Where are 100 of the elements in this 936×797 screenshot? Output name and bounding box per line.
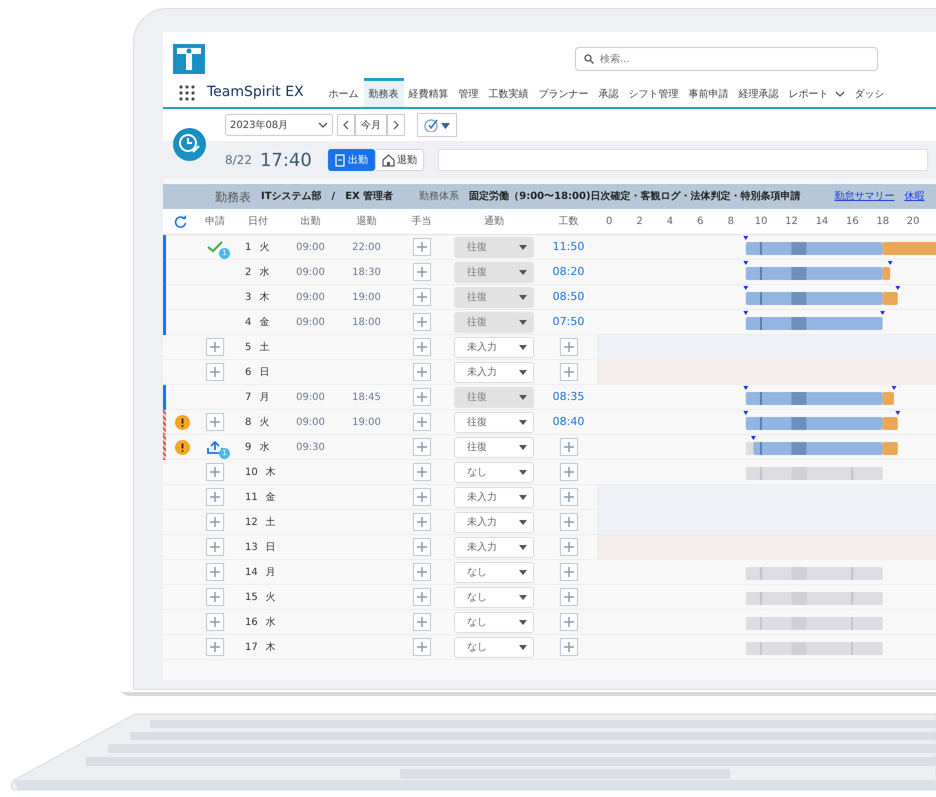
caret-icon	[519, 570, 527, 575]
this-month-button[interactable]: 今月	[355, 114, 387, 136]
add-button[interactable]	[412, 388, 430, 406]
add-button[interactable]	[412, 288, 430, 306]
hours-link[interactable]: 07:50	[552, 315, 584, 328]
add-button[interactable]	[412, 313, 430, 331]
punch-button[interactable]: 出勤	[328, 149, 375, 171]
commute-select[interactable]: 往復	[454, 437, 534, 458]
commute-select[interactable]: 未入力	[454, 487, 534, 508]
commute-select[interactable]: 往復	[454, 287, 534, 308]
add-button[interactable]	[560, 613, 578, 631]
add-button[interactable]	[206, 638, 224, 656]
add-button[interactable]	[206, 338, 224, 356]
add-button[interactable]	[206, 588, 224, 606]
add-button[interactable]	[412, 538, 430, 556]
plus-icon	[210, 542, 220, 552]
add-button[interactable]	[412, 463, 430, 481]
summary-link[interactable]: 休暇	[904, 189, 925, 204]
plus-icon	[416, 542, 426, 552]
nav-tab[interactable]: 経費精算	[404, 78, 454, 107]
add-button[interactable]	[412, 613, 430, 631]
nav-tab[interactable]: 承認	[594, 78, 624, 107]
add-button[interactable]	[560, 463, 578, 481]
commute-select[interactable]: 往復	[454, 312, 534, 333]
commute-select[interactable]: 往復	[454, 412, 534, 433]
hour-label: 0	[605, 215, 614, 229]
time-marker-icon	[743, 411, 748, 415]
summary-link[interactable]: 勤怠サマリー	[834, 189, 895, 204]
add-button[interactable]	[412, 263, 430, 281]
note-field[interactable]	[438, 149, 928, 171]
add-button[interactable]	[206, 513, 224, 531]
commute-select[interactable]: 往復	[454, 262, 534, 283]
month-select[interactable]: 2023年08月	[225, 114, 333, 136]
time-cell-text: 09:00	[295, 291, 326, 305]
add-button[interactable]	[560, 488, 578, 506]
add-button[interactable]	[412, 488, 430, 506]
nav-tab[interactable]: 経理承認	[734, 78, 784, 107]
add-button[interactable]	[206, 563, 224, 581]
add-button[interactable]	[412, 413, 430, 431]
add-button[interactable]	[206, 463, 224, 481]
add-button[interactable]	[560, 338, 578, 356]
hours-link[interactable]: 08:50	[552, 290, 584, 304]
hours-link[interactable]: 11:50	[552, 240, 584, 254]
hour-label: 2	[635, 215, 644, 229]
commute-select[interactable]: なし	[454, 612, 534, 633]
add-button[interactable]	[206, 413, 224, 431]
nav-tab[interactable]: ダッシ	[850, 78, 890, 107]
caret-icon	[519, 345, 527, 350]
plus-icon	[210, 517, 220, 527]
add-button[interactable]	[560, 638, 578, 656]
add-button[interactable]	[412, 563, 430, 581]
hours-link[interactable]: 08:35	[552, 390, 584, 404]
add-button[interactable]	[560, 363, 578, 381]
nav-tab[interactable]: レポート	[784, 78, 850, 107]
view-menu-button[interactable]	[417, 113, 457, 137]
add-button[interactable]	[206, 488, 224, 506]
nav-tab[interactable]: 工数実績	[484, 78, 534, 107]
search-field[interactable]: 検索...	[575, 47, 878, 71]
app-launcher-icon[interactable]	[179, 85, 195, 101]
hours-link[interactable]: 08:20	[552, 265, 584, 278]
add-button[interactable]	[206, 538, 224, 556]
add-button[interactable]	[560, 563, 578, 581]
commute-select[interactable]: 未入力	[454, 512, 534, 533]
plus-icon	[564, 517, 574, 527]
nav-tab[interactable]: シフト管理	[624, 78, 684, 107]
nav-tab[interactable]: 事前申請	[684, 78, 734, 107]
add-button[interactable]	[412, 363, 430, 381]
commute-select[interactable]: なし	[454, 562, 534, 583]
add-button[interactable]	[412, 338, 430, 356]
nav-tab[interactable]: ホーム	[324, 78, 364, 107]
add-button[interactable]	[412, 238, 430, 256]
nav-tab[interactable]: 勤務表	[364, 78, 404, 107]
commute-select[interactable]: なし	[454, 587, 534, 608]
commute-select[interactable]: なし	[454, 462, 534, 483]
commute-select[interactable]: 未入力	[454, 362, 534, 383]
nav-tab[interactable]: プランナー	[534, 78, 594, 107]
commute-select[interactable]: なし	[454, 637, 534, 658]
commute-select[interactable]: 往復	[454, 387, 534, 408]
commute-select[interactable]: 未入力	[454, 337, 534, 358]
add-button[interactable]	[412, 638, 430, 656]
caret-icon	[519, 470, 527, 475]
add-button[interactable]	[412, 513, 430, 531]
add-button[interactable]	[206, 363, 224, 381]
refresh-icon[interactable]	[174, 214, 186, 228]
hours-link[interactable]: 08:40	[552, 415, 584, 428]
time-marker-icon	[895, 286, 900, 290]
add-button[interactable]	[412, 438, 430, 456]
add-button[interactable]	[412, 588, 430, 606]
add-button[interactable]	[560, 513, 578, 531]
add-button[interactable]	[560, 538, 578, 556]
add-button[interactable]	[206, 613, 224, 631]
next-button[interactable]	[387, 114, 405, 136]
commute-select[interactable]: 往復	[454, 237, 534, 258]
commute-select[interactable]: 未入力	[454, 537, 534, 558]
nav-tab[interactable]: 管理	[454, 78, 484, 107]
add-button[interactable]	[560, 438, 578, 456]
caret-icon	[519, 270, 527, 275]
punch-button[interactable]: 退勤	[374, 149, 424, 171]
previous-button[interactable]	[337, 114, 355, 136]
add-button[interactable]	[560, 588, 578, 606]
